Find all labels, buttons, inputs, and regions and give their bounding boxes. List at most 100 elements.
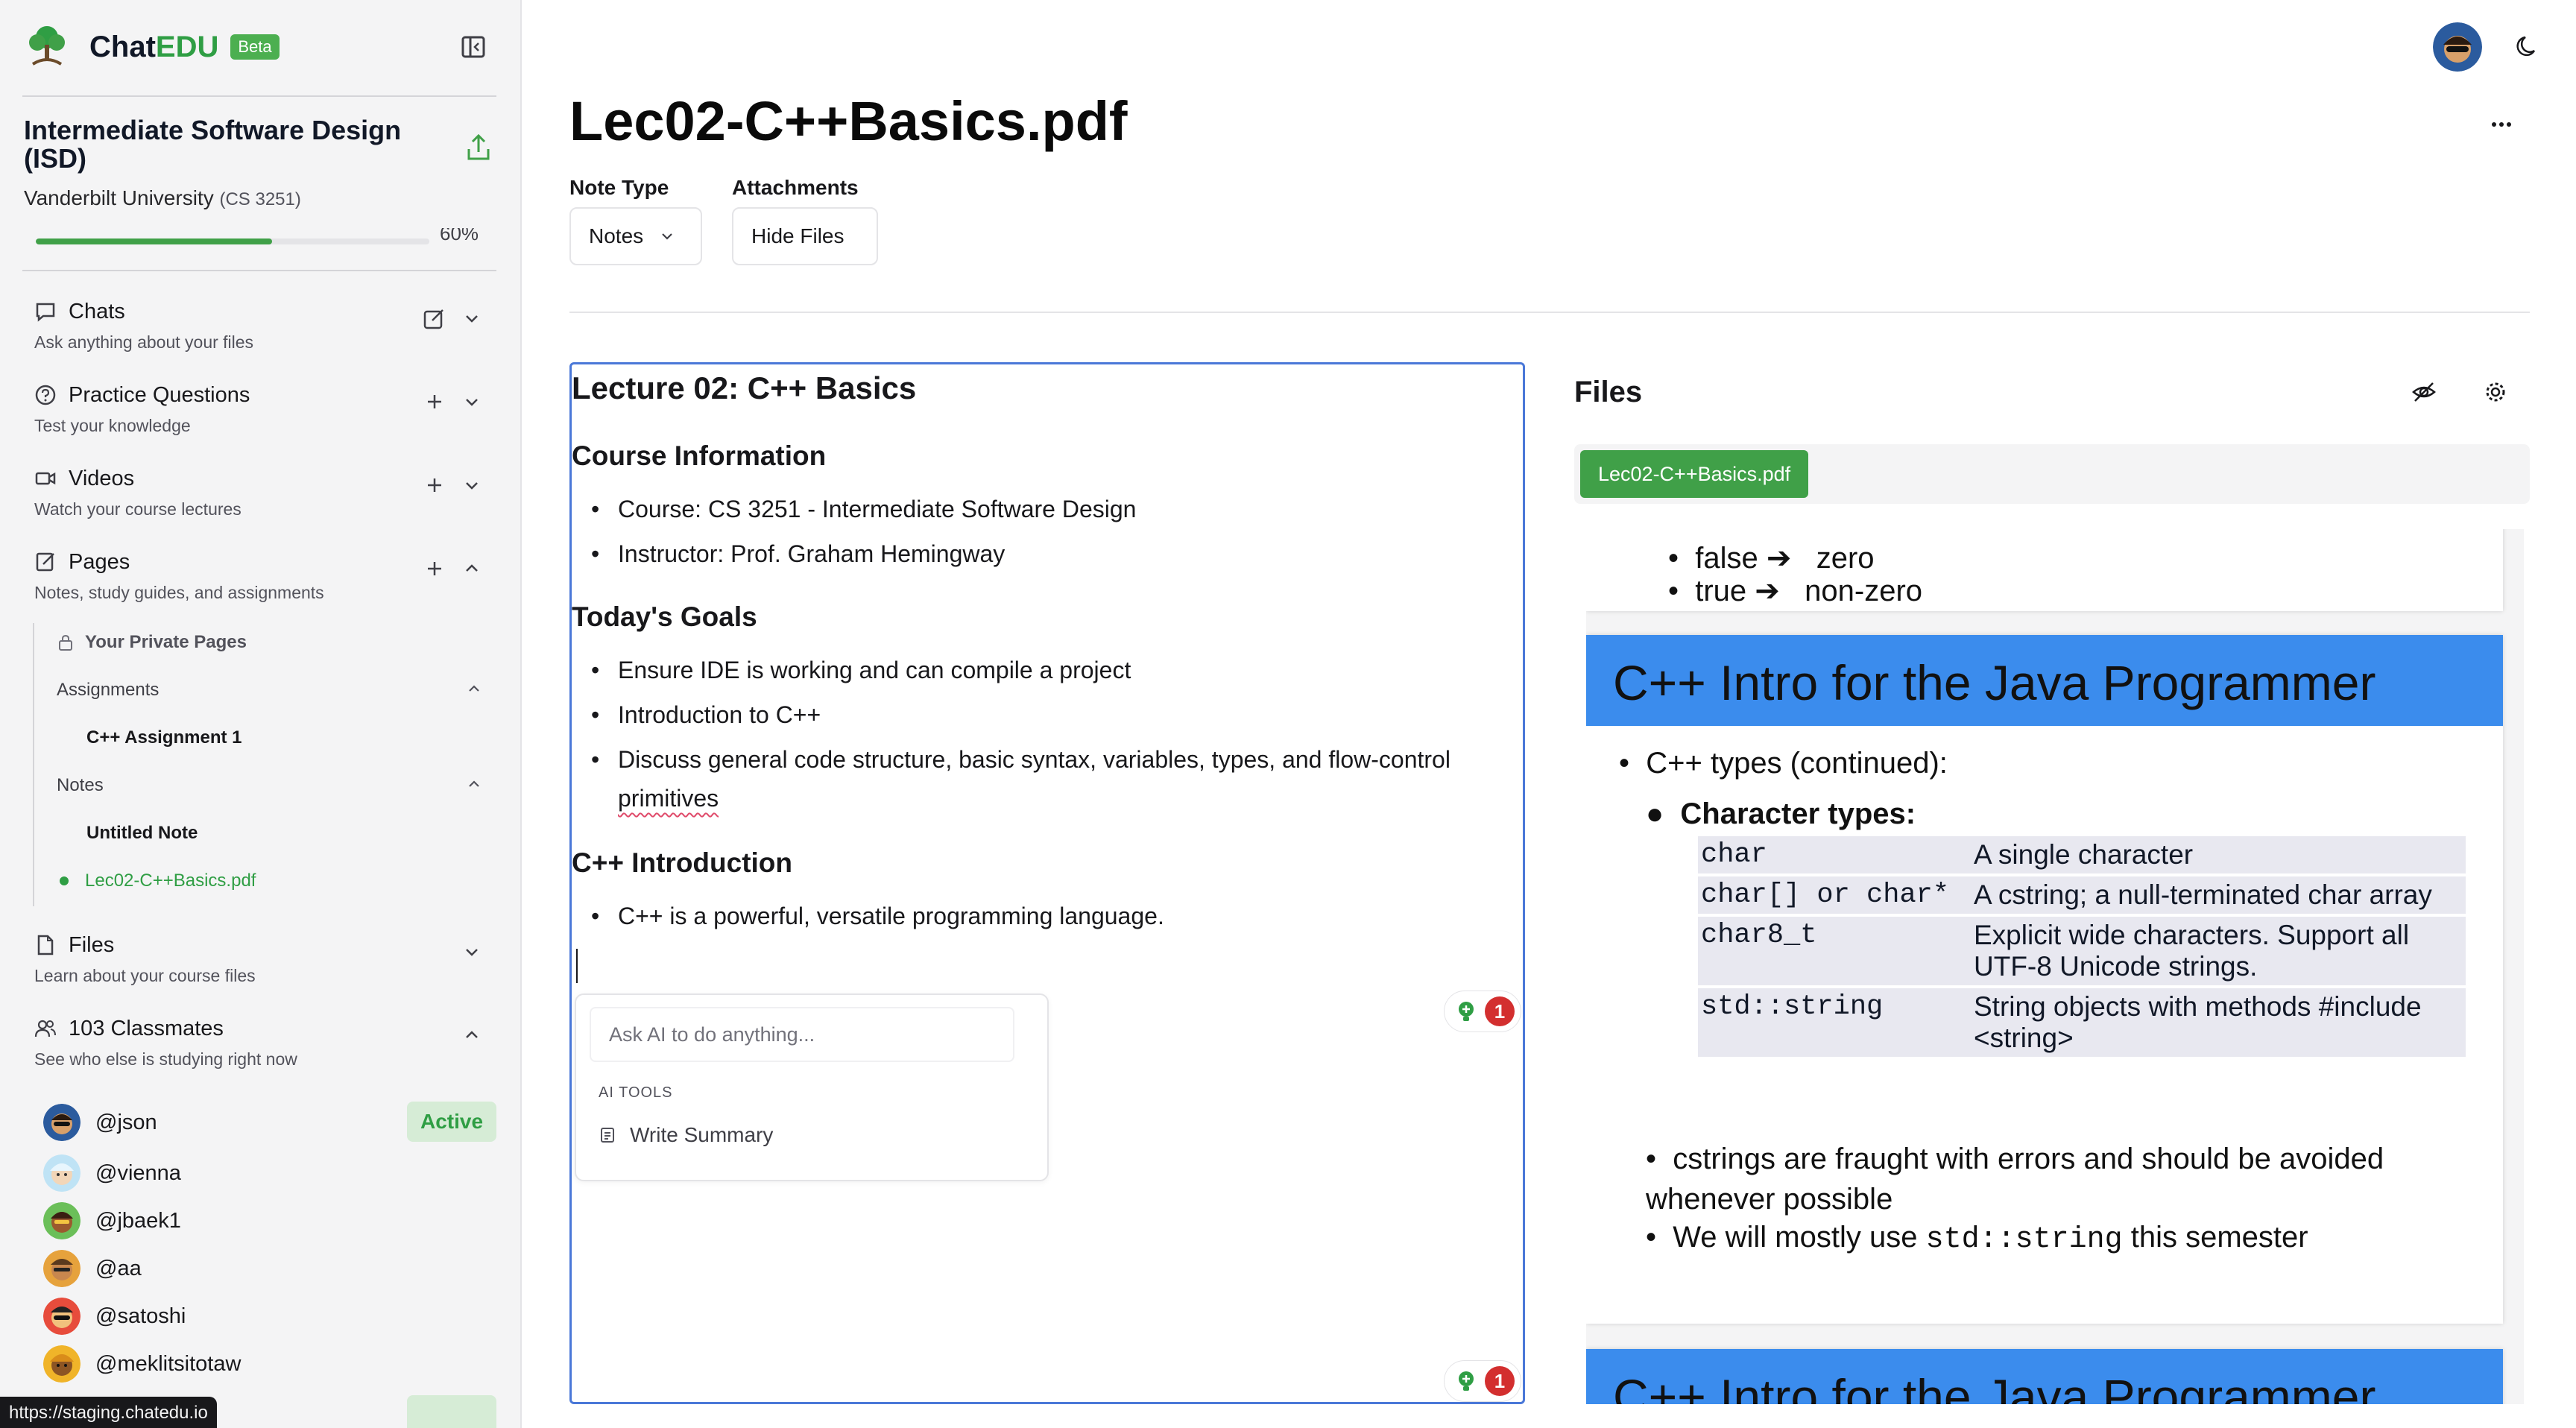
plus-icon[interactable] — [422, 389, 447, 414]
chevron-up-icon[interactable] — [459, 1023, 484, 1048]
sidebar-collapse-icon[interactable] — [461, 34, 486, 60]
nav-videos[interactable]: Videos Watch your course lectures — [34, 464, 496, 519]
list-item: Ensure IDE is working and can compile a … — [591, 651, 1475, 689]
chat-bubble-icon — [36, 303, 55, 322]
question-circle-icon — [35, 385, 56, 405]
classmate-item[interactable]: @meklitsitotaw — [43, 1343, 241, 1385]
slide-title: C++ Intro for the Java Programmer — [1586, 635, 2503, 726]
user-avatar[interactable] — [2433, 22, 2482, 72]
lightbulb-icon — [1459, 1002, 1474, 1021]
slide-text: • false ➔ zero — [1668, 542, 1875, 575]
assignments-folder[interactable]: Assignments — [57, 680, 159, 701]
chevron-down-icon[interactable] — [459, 473, 484, 498]
slide-bullet: • C++ types (continued): — [1619, 747, 1948, 780]
dark-mode-toggle-icon[interactable] — [2515, 33, 2542, 60]
brand-name: ChatEDU — [89, 30, 219, 63]
gear-icon[interactable] — [2482, 379, 2509, 405]
classmate-item[interactable]: @satoshi — [43, 1295, 186, 1337]
file-tab-bar: Lec02-C++Basics.pdf — [1574, 444, 2530, 504]
page-title: Lec02-C++Basics.pdf — [569, 90, 1128, 152]
note-type-label: Note Type — [569, 176, 669, 199]
private-pages-link[interactable]: Your Private Pages — [57, 632, 247, 653]
nav-classmates[interactable]: 103 Classmates See who else is studying … — [34, 1014, 496, 1070]
file-tab-active[interactable]: Lec02-C++Basics.pdf — [1580, 450, 1809, 498]
note-type-select[interactable]: Notes — [569, 207, 702, 265]
status-badge: Active — [407, 1102, 496, 1142]
chevron-up-icon[interactable] — [459, 556, 484, 581]
attachments-label: Attachments — [732, 176, 859, 199]
divider — [22, 95, 496, 97]
slide-bullet: • We will mostly use std::string this se… — [1646, 1221, 2308, 1257]
classmate-item[interactable]: @vienna — [43, 1152, 181, 1194]
nav-pages[interactable]: Pages Notes, study guides, and assignmen… — [34, 547, 496, 603]
status-badge — [407, 1395, 496, 1428]
eye-off-icon[interactable] — [2411, 379, 2437, 405]
chevron-up-icon[interactable] — [464, 774, 484, 794]
list-item: Instructor: Prof. Graham Hemingway — [591, 534, 1475, 573]
avatar — [43, 1298, 80, 1335]
lightbulb-icon — [1459, 1371, 1474, 1391]
nav-practice-questions[interactable]: Practice Questions Test your knowledge — [34, 380, 496, 436]
ai-prompt-input[interactable]: Ask AI to do anything... — [590, 1007, 1014, 1062]
avatar — [43, 1345, 80, 1383]
slide-title: C++ Intro for the Java Programmer — [1586, 1349, 2503, 1404]
more-options-icon[interactable] — [2487, 113, 2516, 136]
chevron-down-icon[interactable] — [459, 306, 484, 331]
new-chat-icon[interactable] — [422, 306, 447, 331]
divider — [569, 312, 2530, 313]
text-caret — [576, 949, 578, 983]
note-editor[interactable]: Lecture 02: C++ Basics Course Informatio… — [569, 362, 1525, 1404]
note-item-untitled[interactable]: Untitled Note — [86, 823, 198, 844]
editor-heading-goals: Today's Goals — [572, 601, 757, 632]
pdf-slide: C++ Intro for the Java Programmer • C++ … — [1586, 635, 2503, 1324]
status-url: https://staging.chatedu.io — [0, 1397, 217, 1428]
university: Vanderbilt University (CS 3251) — [24, 186, 301, 209]
comment-indicator[interactable]: 1 — [1444, 991, 1521, 1032]
share-icon[interactable] — [465, 133, 492, 162]
comment-count-badge: 1 — [1485, 996, 1515, 1026]
editor-heading-course-info: Course Information — [572, 440, 827, 471]
pdf-slide-previous: • false ➔ zero • true ➔ non-zero — [1586, 529, 2503, 611]
nav-chats[interactable]: Chats Ask anything about your files — [34, 297, 496, 353]
chevron-down-icon — [662, 233, 672, 240]
tree-guide-line — [33, 623, 34, 906]
notes-folder[interactable]: Notes — [57, 775, 104, 796]
table-row: char8_t Explicit wide characters. Support… — [1698, 915, 2466, 988]
pdf-viewer[interactable]: • false ➔ zero • true ➔ non-zero C++ Int… — [1586, 529, 2524, 1404]
users-icon — [34, 1020, 56, 1037]
course-title: Intermediate Software Design (ISD) — [24, 115, 402, 174]
avatar — [43, 1104, 80, 1141]
edit-page-icon — [36, 552, 54, 572]
list-item: Course: CS 3251 - Intermediate Software … — [591, 490, 1475, 528]
ai-command-popup: Ask AI to do anything... AI TOOLS Write … — [575, 993, 1049, 1181]
classmate-item[interactable]: @jbaek1 — [43, 1200, 181, 1242]
table-row: char[] or char* A cstring; a null-termina… — [1698, 875, 2466, 917]
chevron-down-icon[interactable] — [459, 389, 484, 414]
comment-indicator[interactable]: 1 — [1444, 1360, 1521, 1402]
write-summary-button[interactable]: Write Summary — [599, 1123, 773, 1147]
nav-files[interactable]: Files Learn about your course files — [34, 930, 496, 986]
course-progress-bar — [36, 238, 429, 244]
lock-icon — [59, 634, 72, 651]
slide-bullet: ● Character types: — [1646, 797, 1916, 830]
plus-icon[interactable] — [422, 473, 447, 498]
chevron-up-icon[interactable] — [464, 678, 484, 699]
plus-icon[interactable] — [422, 556, 447, 581]
brand[interactable]: ChatEDU Beta — [22, 21, 280, 73]
pdf-slide-next: C++ Intro for the Java Programmer — [1586, 1349, 2503, 1404]
avatar — [43, 1154, 80, 1192]
classmate-item[interactable]: @json — [43, 1102, 157, 1143]
file-icon — [37, 935, 54, 955]
chevron-down-icon[interactable] — [459, 939, 484, 964]
table-row: char A single character — [1698, 836, 2466, 876]
note-item-active[interactable]: Lec02-C++Basics.pdf — [60, 871, 256, 891]
classmate-item[interactable]: @aa — [43, 1248, 142, 1289]
editor-heading-1: Lecture 02: C++ Basics — [572, 370, 917, 405]
editor-heading-intro: C++ Introduction — [572, 847, 792, 878]
misspelled-word[interactable]: primitives — [618, 785, 719, 812]
hide-files-button[interactable]: Hide Files — [732, 207, 878, 265]
beta-badge: Beta — [230, 34, 280, 60]
table-row: std::string String objects with methods #… — [1698, 987, 2466, 1060]
main-content: Lec02-C++Basics.pdf Note Type Attachment… — [522, 0, 2576, 1428]
assignment-item[interactable]: C++ Assignment 1 — [86, 727, 242, 748]
